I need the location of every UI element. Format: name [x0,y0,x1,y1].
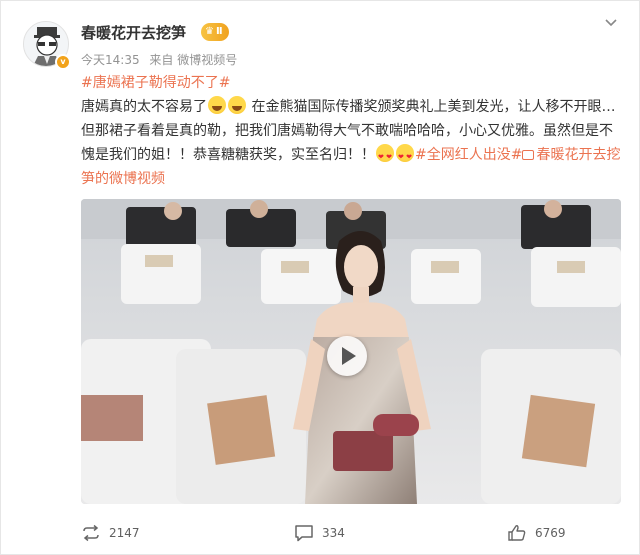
post-text-1a: 唐嫣真的太不容易了 [81,99,207,115]
like-button[interactable]: 6769 [507,513,566,553]
level-badge: ♛ Ⅱ [201,23,229,41]
post-meta: 今天14:35 来自 微博视频号 [81,51,243,68]
verified-badge-icon: v [55,54,71,70]
username[interactable]: 春暖花开去挖笋 [81,22,186,43]
chevron-down-icon[interactable] [601,15,621,35]
crown-icon: ♛ [205,26,214,37]
thumbs-up-icon [508,525,526,541]
comment-button[interactable]: 334 [294,513,345,553]
video-icon [522,150,535,160]
video-source-link[interactable]: 春暖花开去挖 [522,147,620,163]
play-icon[interactable] [327,336,367,376]
post-source: 来自 微博视频号 [149,53,238,67]
heart-eyes-emoji-icon [376,144,394,169]
repost-icon [83,524,99,542]
level-label: Ⅱ [215,26,223,37]
laugh-emoji-icon [228,96,246,114]
comment-icon [295,525,313,542]
laugh-emoji-icon [208,96,226,114]
heart-eyes-emoji-icon [396,144,414,169]
repost-button[interactable]: 2147 [81,513,140,553]
action-bar: 2147 334 6769 [1,513,640,553]
post-body: #唐嫣裙子勒得动不了# 唐嫣真的太不容易了 在金熊猫国际传播奖颁奖典礼上美到发光… [81,71,626,191]
video-source-link-cont[interactable]: 笋的微博视频 [81,171,165,187]
repost-count: 2147 [109,526,140,540]
post-text-2: 但那裙子看着是真的勒，把我们唐嫣勒得大气不敢喘哈哈哈，小心又优雅。虽然但是不 [81,123,613,139]
weibo-post-card: v 春暖花开去挖笋 ♛ Ⅱ 今天14:35 来自 微博视频号 #唐嫣裙子勒得动不… [0,0,640,555]
topic-link-2[interactable]: #全网红人出没# [415,147,522,163]
post-text-3: 愧是我们的姐！！恭喜糖糖获奖，实至名归！！ [81,147,375,163]
like-count: 6769 [535,526,566,540]
topic-link[interactable]: #唐嫣裙子勒得动不了# [81,75,230,91]
comment-count: 334 [322,526,345,540]
post-text-1b: 在金熊猫国际传播奖颁奖典礼上美到发光，让人移不开眼… [251,99,616,115]
post-time[interactable]: 今天14:35 [81,53,140,67]
